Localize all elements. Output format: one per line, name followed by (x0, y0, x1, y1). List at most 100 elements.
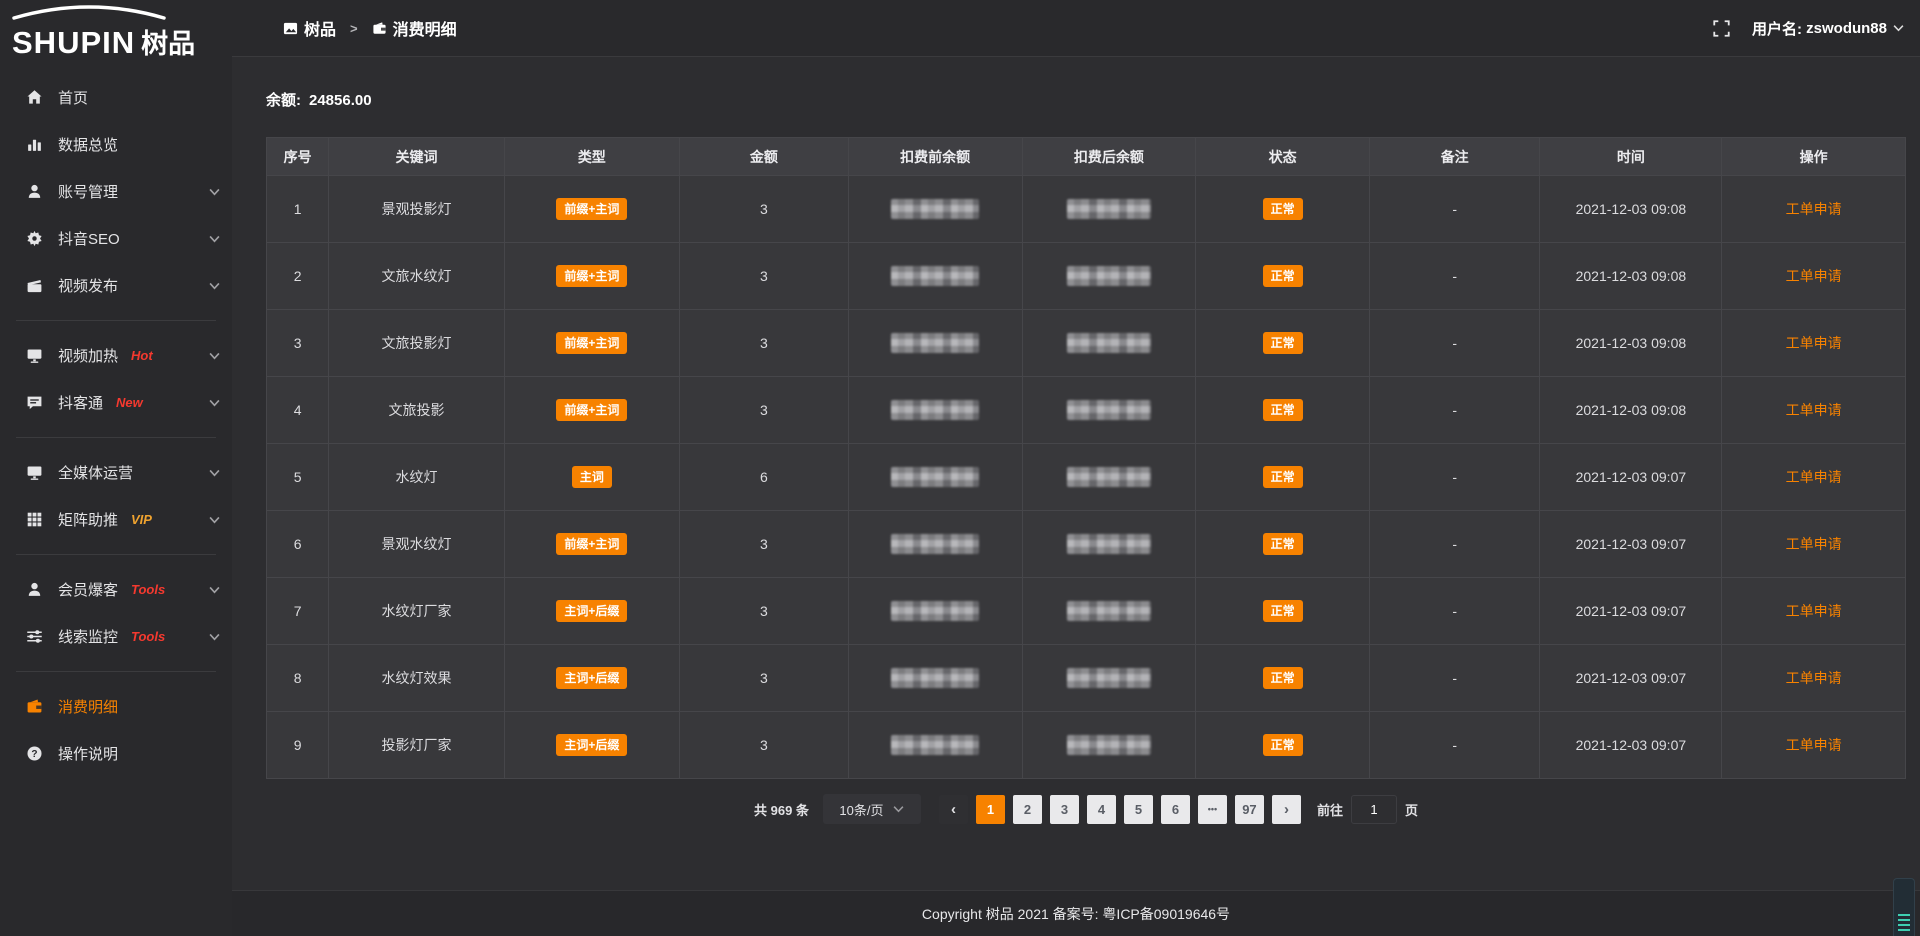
goto-page-input[interactable] (1351, 795, 1397, 824)
sidebar-item-data-overview[interactable]: 数据总览 (0, 121, 232, 168)
cell-status: 正常 (1196, 176, 1370, 243)
table-row: 3文旅投影灯前缀+主词3正常-2021-12-03 09:08工单申请 (267, 310, 1906, 377)
chart-icon (26, 136, 43, 153)
status-badge: 正常 (1263, 734, 1303, 756)
sidebar-item-video-publish[interactable]: 视频发布 (0, 262, 232, 309)
page-button-6[interactable]: 6 (1161, 795, 1190, 824)
breadcrumb-item[interactable]: 消费明细 (372, 16, 457, 40)
ticket-apply-link[interactable]: 工单申请 (1786, 737, 1842, 753)
logo-text-en: SHUPIN (12, 27, 135, 58)
cell-time: 2021-12-03 09:08 (1540, 377, 1722, 444)
sidebar-item-consume-detail[interactable]: 消费明细 (0, 683, 232, 730)
sidebar-item-operation-guide[interactable]: ?操作说明 (0, 730, 232, 777)
chevron-down-icon (209, 469, 220, 477)
page-button-97[interactable]: 97 (1235, 795, 1264, 824)
type-badge: 主词+后缀 (556, 667, 627, 689)
status-badge: 正常 (1263, 600, 1303, 622)
cell-note: - (1369, 310, 1539, 377)
cell-status: 正常 (1196, 578, 1370, 645)
sidebar-item-label: 抖音SEO (58, 228, 120, 249)
user-menu[interactable]: 用户名: zswodun88 (1752, 18, 1904, 39)
masked-balance-before (891, 199, 979, 219)
cell-mask_before (848, 243, 1022, 310)
table-body: 1景观投影灯前缀+主词3正常-2021-12-03 09:08工单申请2文旅水纹… (267, 176, 1906, 779)
cell-mask_after (1022, 712, 1196, 779)
table-row: 9投影灯厂家主词+后缀3正常-2021-12-03 09:07工单申请 (267, 712, 1906, 779)
page-button-2[interactable]: 2 (1013, 795, 1042, 824)
sidebar-item-all-media-operation[interactable]: 全媒体运营 (0, 449, 232, 496)
fullscreen-icon[interactable] (1713, 20, 1730, 37)
sidebar-item-member-baoke[interactable]: 会员爆客 Tools (0, 566, 232, 613)
cell-amount: 3 (680, 176, 849, 243)
user-icon (26, 581, 43, 598)
cell-amount: 3 (680, 377, 849, 444)
sidebar-item-video-heat[interactable]: 视频加热Hot (0, 332, 232, 379)
sidebar-divider (16, 554, 216, 555)
ticket-apply-link[interactable]: 工单申请 (1786, 603, 1842, 619)
chat-widget[interactable] (1893, 878, 1915, 936)
cell-action: 工单申请 (1722, 243, 1906, 310)
sidebar-item-douketong[interactable]: 抖客通New (0, 379, 232, 426)
cell-type: 前缀+主词 (504, 243, 679, 310)
sidebar-divider (16, 437, 216, 438)
sidebar-item-matrix-boost[interactable]: 矩阵助推VIP (0, 496, 232, 543)
table-row: 2文旅水纹灯前缀+主词3正常-2021-12-03 09:08工单申请 (267, 243, 1906, 310)
column-header: 备注 (1369, 138, 1539, 176)
cell-type: 主词 (504, 444, 679, 511)
ticket-apply-link[interactable]: 工单申请 (1786, 268, 1842, 284)
sidebar-item-badge: Tools (131, 582, 165, 597)
sidebar-item-home[interactable]: 首页 (0, 74, 232, 121)
page-button-3[interactable]: 3 (1050, 795, 1079, 824)
cell-time: 2021-12-03 09:08 (1540, 243, 1722, 310)
cell-mask_before (848, 310, 1022, 377)
cell-note: - (1369, 511, 1539, 578)
cell-note: - (1369, 712, 1539, 779)
copyright-text: Copyright 树品 2021 备案号: 粤ICP备09019646号 (922, 904, 1230, 924)
next-page-button[interactable]: › (1272, 795, 1301, 824)
chevron-down-icon (209, 399, 220, 407)
page-size-select[interactable]: 10条/页 (823, 794, 921, 824)
ticket-apply-link[interactable]: 工单申请 (1786, 335, 1842, 351)
column-header: 时间 (1540, 138, 1722, 176)
cell-action: 工单申请 (1722, 176, 1906, 243)
status-badge: 正常 (1263, 667, 1303, 689)
sidebar-item-clue-monitor[interactable]: 线索监控Tools (0, 613, 232, 660)
cell-num: 3 (267, 310, 329, 377)
cell-mask_before (848, 511, 1022, 578)
cell-action: 工单申请 (1722, 377, 1906, 444)
svg-text:?: ? (31, 749, 37, 760)
cell-mask_before (848, 712, 1022, 779)
page-ellipsis-button[interactable]: ••• (1198, 795, 1227, 824)
sidebar-item-douyin-seo[interactable]: 抖音SEO (0, 215, 232, 262)
cell-mask_after (1022, 511, 1196, 578)
cell-mask_before (848, 444, 1022, 511)
balance-value: 24856.00 (309, 92, 372, 109)
cell-status: 正常 (1196, 310, 1370, 377)
breadcrumb-item[interactable]: 树品 (283, 16, 336, 40)
sidebar-item-badge: VIP (131, 512, 152, 527)
cell-time: 2021-12-03 09:07 (1540, 645, 1722, 712)
cell-num: 9 (267, 712, 329, 779)
prev-page-button[interactable]: ‹ (939, 795, 968, 824)
masked-balance-before (891, 668, 979, 688)
sidebar-item-label: 会员爆客 (58, 579, 118, 600)
ticket-apply-link[interactable]: 工单申请 (1786, 402, 1842, 418)
page-button-1[interactable]: 1 (976, 795, 1005, 824)
page-button-4[interactable]: 4 (1087, 795, 1116, 824)
cell-num: 7 (267, 578, 329, 645)
ticket-apply-link[interactable]: 工单申请 (1786, 536, 1842, 552)
masked-balance-after (1067, 333, 1151, 353)
page-button-5[interactable]: 5 (1124, 795, 1153, 824)
image-icon (283, 21, 298, 36)
sidebar-item-label: 首页 (58, 87, 88, 108)
sidebar-item-account-management[interactable]: 账号管理 (0, 168, 232, 215)
ticket-apply-link[interactable]: 工单申请 (1786, 201, 1842, 217)
status-badge: 正常 (1263, 533, 1303, 555)
ticket-apply-link[interactable]: 工单申请 (1786, 670, 1842, 686)
cell-num: 1 (267, 176, 329, 243)
cell-status: 正常 (1196, 377, 1370, 444)
cell-action: 工单申请 (1722, 712, 1906, 779)
ticket-apply-link[interactable]: 工单申请 (1786, 469, 1842, 485)
sidebar-item-badge: Hot (131, 348, 153, 363)
type-badge: 前缀+主词 (556, 399, 627, 421)
